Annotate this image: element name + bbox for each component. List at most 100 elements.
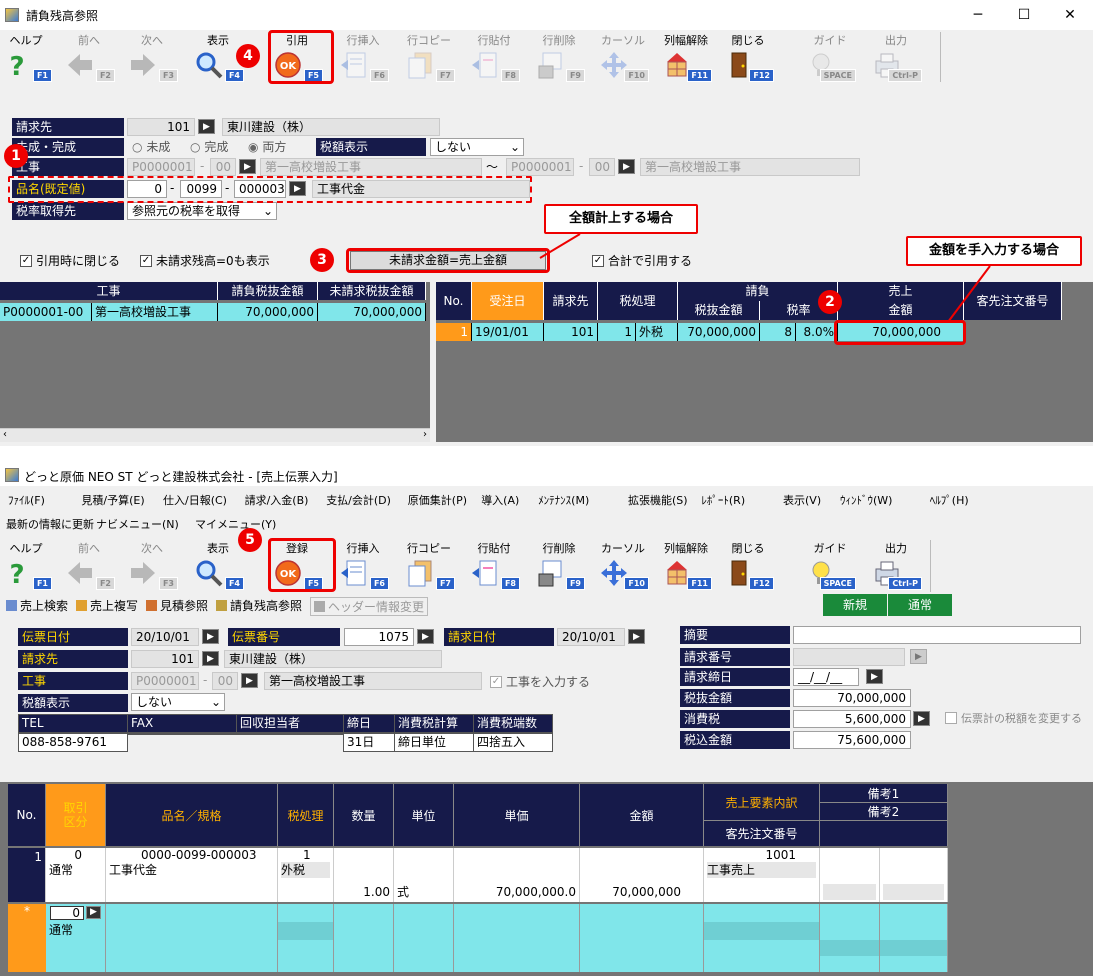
bottom-cursor-button[interactable]: カーソル F10 [595, 540, 651, 592]
left-grid-ukeoi[interactable]: 70,000,000 [218, 303, 318, 321]
bottom-row-copy-button[interactable]: 行コピー F7 [401, 540, 457, 592]
koji-to-field[interactable]: P0000001 [506, 158, 574, 176]
menu-item-7[interactable]: ﾒﾝﾃﾅﾝｽ(M) [538, 492, 589, 508]
top-bulb-button[interactable]: ガイド SPACE [802, 32, 858, 84]
grid-header-hinmei[interactable]: 品名／規格 [106, 784, 278, 846]
grid-row-hinmei-cell[interactable]: 0000-0099-000003 工事代金 [106, 848, 278, 902]
grid-row-biko1[interactable] [820, 848, 880, 902]
grid-newrow-tanka[interactable] [454, 904, 580, 972]
seikyu-no-button[interactable]: ▶ [910, 649, 927, 664]
koji-from-lookup-button[interactable]: ▶ [239, 159, 256, 174]
grid-newrow-biko1[interactable] [820, 904, 880, 972]
menu-item-4[interactable]: 支払/会計(D) [326, 492, 391, 508]
right-grid-row-rate-code[interactable]: 8 [760, 323, 796, 341]
seikyu-date-button[interactable]: ▶ [628, 629, 645, 644]
right-grid-header-uriage[interactable]: 売上 [838, 282, 964, 301]
chk-zei-change[interactable]: 伝票計の税額を変更する [945, 710, 1082, 726]
top-printer-button[interactable]: 出力 Ctrl-P [868, 32, 924, 84]
grid-newrow-suryo[interactable] [334, 904, 394, 972]
menu-item-8[interactable]: 拡張機能(S) [628, 492, 688, 508]
koji-code-field[interactable]: P0000001 [131, 672, 199, 690]
grid-newrow-hinmei[interactable] [106, 904, 278, 972]
grid-row-tanka[interactable]: 70,000,000.0 [454, 848, 580, 902]
grid-newrow-biko2[interactable] [880, 904, 948, 972]
denpyo-date-field[interactable]: 20/10/01 [131, 628, 199, 646]
right-grid-header-ukeoi[interactable]: 請負 [678, 282, 838, 301]
right-grid-header-zei[interactable]: 税処理 [598, 282, 678, 320]
grid-row-kingaku[interactable]: 70,000,000 [580, 848, 704, 902]
grid-row-no[interactable]: 1 [8, 848, 46, 902]
seikyu-shime-button[interactable]: ▶ [866, 669, 883, 684]
bottom-help-button[interactable]: ヘルプ? F1 [0, 540, 54, 592]
grid-newrow-torihiki-cell[interactable]: 0 ▶ 通常 [46, 904, 106, 972]
right-grid-row-date[interactable]: 19/01/01 [472, 323, 544, 341]
menu-item-1[interactable]: 見積/予算(E) [81, 492, 144, 508]
top-column-width-button[interactable]: 列幅解除 F11 [658, 32, 714, 84]
radio-ryoho[interactable]: ◉ 両方 [248, 138, 286, 155]
right-grid-row-zeinuki[interactable]: 70,000,000 [678, 323, 760, 341]
right-grid-header-date[interactable]: 受注日 [472, 282, 544, 320]
action-0[interactable]: 売上検索 [6, 597, 68, 614]
menu-item-12[interactable]: ﾍﾙﾌﾟ(H) [930, 492, 969, 508]
grid-header-no[interactable]: No. [8, 784, 46, 846]
grid-header-suryo[interactable]: 数量 [334, 784, 394, 846]
close-window-button[interactable]: ✕ [1047, 0, 1093, 30]
bottom-row-paste-button[interactable]: 行貼付 F8 [466, 540, 522, 592]
menu-item-3[interactable]: 請求/入金(B) [245, 492, 309, 508]
zei-select[interactable]: しない ⌄ [430, 138, 524, 156]
action-1[interactable]: 売上複写 [76, 597, 138, 614]
left-grid-koji-name[interactable]: 第一高校増設工事 [92, 303, 218, 321]
chk-koji-input[interactable]: ✓ 工事を入力する [490, 673, 590, 690]
bottom-bulb-button[interactable]: ガイド SPACE [802, 540, 858, 592]
grid-header-biko2[interactable]: 備考2 [820, 802, 948, 820]
submenu-item-0[interactable]: 最新の情報に更新 [6, 516, 94, 532]
right-grid-row-zeicode[interactable]: 1 [598, 323, 636, 341]
top-row-paste-button[interactable]: 行貼付 F8 [466, 32, 522, 84]
grid-row-zei-cell[interactable]: 1 外税 [278, 848, 334, 902]
bottom-row-delete-button[interactable]: 行削除 F9 [531, 540, 587, 592]
seikyu-code-field[interactable]: 101 [127, 118, 195, 136]
bottom-door-button[interactable]: 閉じる F12 [720, 540, 776, 592]
scroll-left-icon[interactable]: ‹ [3, 429, 7, 440]
top-row-delete-button[interactable]: 行削除 F9 [531, 32, 587, 84]
koji-to-lookup-button[interactable]: ▶ [618, 159, 635, 174]
right-grid-header-no[interactable]: No. [436, 282, 472, 320]
grid-newrow-code-input[interactable]: 0 [50, 906, 84, 920]
left-grid-scrollbar[interactable]: ‹ › [0, 428, 430, 442]
koji-from-field[interactable]: P0000001 [127, 158, 195, 176]
seikyu-code-field[interactable]: 101 [131, 650, 199, 668]
menu-item-11[interactable]: ｳｨﾝﾄﾞｳ(W) [840, 492, 892, 508]
grid-row-biko2[interactable] [880, 848, 948, 902]
top-row-copy-button[interactable]: 行コピー F7 [401, 32, 457, 84]
right-grid-header-zeinuki[interactable]: 税抜金額 [678, 301, 760, 320]
right-grid-header-kyaku[interactable]: 客先注文番号 [964, 282, 1062, 320]
action-3[interactable]: 請負残高参照 [216, 597, 302, 614]
seikyu-lookup-button[interactable]: ▶ [202, 651, 219, 666]
koji-to-sub[interactable]: 00 [589, 158, 615, 176]
grid-header-uchiwake[interactable]: 売上要素内訳 [704, 784, 820, 820]
bottom-printer-button[interactable]: 出力 Ctrl-P [868, 540, 924, 592]
menu-item-2[interactable]: 仕入/日報(C) [163, 492, 227, 508]
right-grid-row-seikyu[interactable]: 101 [544, 323, 598, 341]
action-2[interactable]: 見積参照 [146, 597, 208, 614]
denpyo-no-button[interactable]: ▶ [417, 629, 434, 644]
seikyu-lookup-button[interactable]: ▶ [198, 119, 215, 134]
grid-header-tanka[interactable]: 単価 [454, 784, 580, 846]
koji-lookup-button[interactable]: ▶ [241, 673, 258, 688]
minimize-button[interactable]: ─ [955, 0, 1001, 30]
bottom-row-insert-button[interactable]: 行挿入 F6 [335, 540, 391, 592]
grid-row-suryo[interactable]: 1.00 [334, 848, 394, 902]
menu-item-0[interactable]: ﾌｧｲﾙ(F) [8, 492, 45, 508]
top-door-button[interactable]: 閉じる F12 [720, 32, 776, 84]
grid-newrow-zei[interactable] [278, 904, 334, 972]
chk-total-quote[interactable]: ✓ 合計で引用する [592, 252, 692, 269]
denpyo-date-button[interactable]: ▶ [202, 629, 219, 644]
grid-header-torihiki[interactable]: 取引区分 [46, 784, 106, 846]
left-grid-koji-code[interactable]: P0000001-00 [0, 303, 92, 321]
right-grid-row-zei[interactable]: 外税 [636, 323, 678, 341]
bottom-magnifier-button[interactable]: 表示 F4 [190, 540, 246, 592]
right-grid-row-no[interactable]: 1 [436, 323, 472, 341]
left-grid-header-ukeoi[interactable]: 請負税抜金額 [218, 282, 318, 300]
seikyu-date-field[interactable]: 20/10/01 [557, 628, 625, 646]
grid-newrow-tani[interactable] [394, 904, 454, 972]
